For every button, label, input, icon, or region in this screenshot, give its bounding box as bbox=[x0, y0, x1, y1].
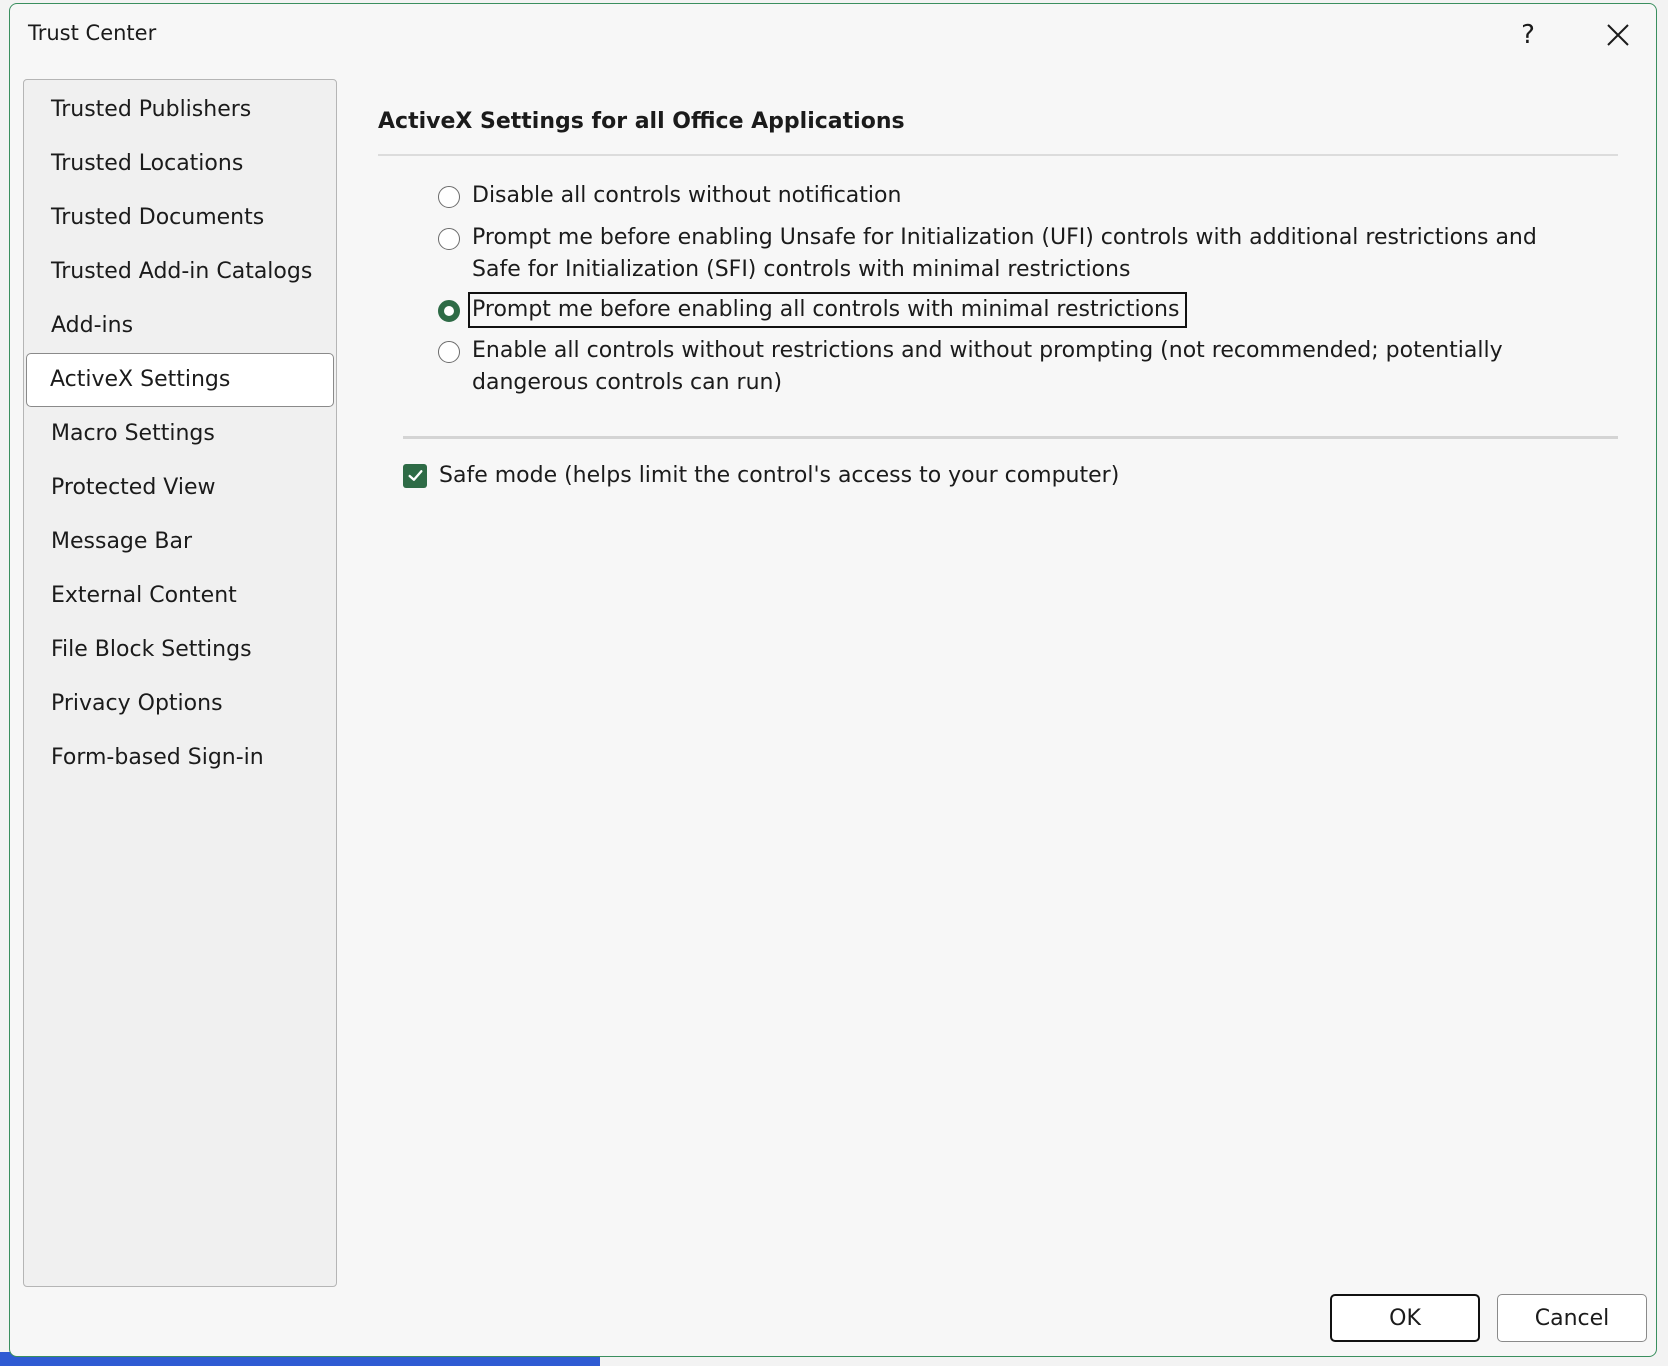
option-prompt-all[interactable]: Prompt me before enabling all controls w… bbox=[438, 292, 1188, 328]
radio-disable-all[interactable] bbox=[438, 186, 460, 208]
trust-center-dialog: Trust Center ? Trusted Publishers Truste… bbox=[9, 3, 1657, 1357]
sidebar-item-add-ins[interactable]: Add-ins bbox=[26, 299, 334, 353]
section-title: ActiveX Settings for all Office Applicat… bbox=[378, 109, 905, 134]
radio-enable-all[interactable] bbox=[438, 341, 460, 363]
sidebar-item-trusted-locations[interactable]: Trusted Locations bbox=[26, 137, 334, 191]
ok-button[interactable]: OK bbox=[1330, 1294, 1480, 1342]
sidebar-item-trusted-add-in-catalogs[interactable]: Trusted Add-in Catalogs bbox=[26, 245, 334, 299]
sidebar-item-form-based-sign-in[interactable]: Form-based Sign-in bbox=[26, 731, 334, 785]
checkmark-icon bbox=[407, 470, 423, 481]
sidebar-item-trusted-documents[interactable]: Trusted Documents bbox=[26, 191, 334, 245]
options-divider bbox=[403, 436, 1618, 439]
cancel-button[interactable]: Cancel bbox=[1497, 1294, 1647, 1342]
option-prompt-ufi-sfi[interactable]: Prompt me before enabling Unsafe for Ini… bbox=[438, 225, 1582, 286]
option-enable-all[interactable]: Enable all controls without restrictions… bbox=[438, 338, 1582, 399]
option-label[interactable]: Prompt me before enabling all controls w… bbox=[467, 292, 1188, 328]
safe-mode-label[interactable]: Safe mode (helps limit the control's acc… bbox=[439, 463, 1119, 488]
close-button[interactable] bbox=[1595, 14, 1641, 56]
section-divider bbox=[378, 154, 1618, 156]
sidebar-item-privacy-options[interactable]: Privacy Options bbox=[26, 677, 334, 731]
sidebar-item-protected-view[interactable]: Protected View bbox=[26, 461, 334, 515]
safe-mode-option[interactable]: Safe mode (helps limit the control's acc… bbox=[403, 463, 1119, 488]
sidebar-item-activex-settings[interactable]: ActiveX Settings bbox=[26, 353, 334, 407]
safe-mode-checkbox[interactable] bbox=[403, 463, 427, 488]
radio-prompt-all[interactable] bbox=[438, 300, 460, 322]
sidebar-item-external-content[interactable]: External Content bbox=[26, 569, 334, 623]
option-label[interactable]: Enable all controls without restrictions… bbox=[472, 335, 1582, 399]
option-label[interactable]: Disable all controls without notificatio… bbox=[472, 180, 1582, 212]
sidebar-item-macro-settings[interactable]: Macro Settings bbox=[26, 407, 334, 461]
sidebar: Trusted Publishers Trusted Locations Tru… bbox=[23, 79, 337, 1287]
option-label[interactable]: Prompt me before enabling Unsafe for Ini… bbox=[472, 222, 1582, 286]
help-button[interactable]: ? bbox=[1505, 14, 1551, 56]
radio-prompt-ufi-sfi[interactable] bbox=[438, 228, 460, 250]
sidebar-item-message-bar[interactable]: Message Bar bbox=[26, 515, 334, 569]
sidebar-item-trusted-publishers[interactable]: Trusted Publishers bbox=[26, 83, 334, 137]
option-disable-all[interactable]: Disable all controls without notificatio… bbox=[438, 183, 1582, 212]
dialog-title: Trust Center bbox=[28, 21, 157, 45]
sidebar-item-file-block-settings[interactable]: File Block Settings bbox=[26, 623, 334, 677]
close-icon bbox=[1607, 24, 1629, 46]
